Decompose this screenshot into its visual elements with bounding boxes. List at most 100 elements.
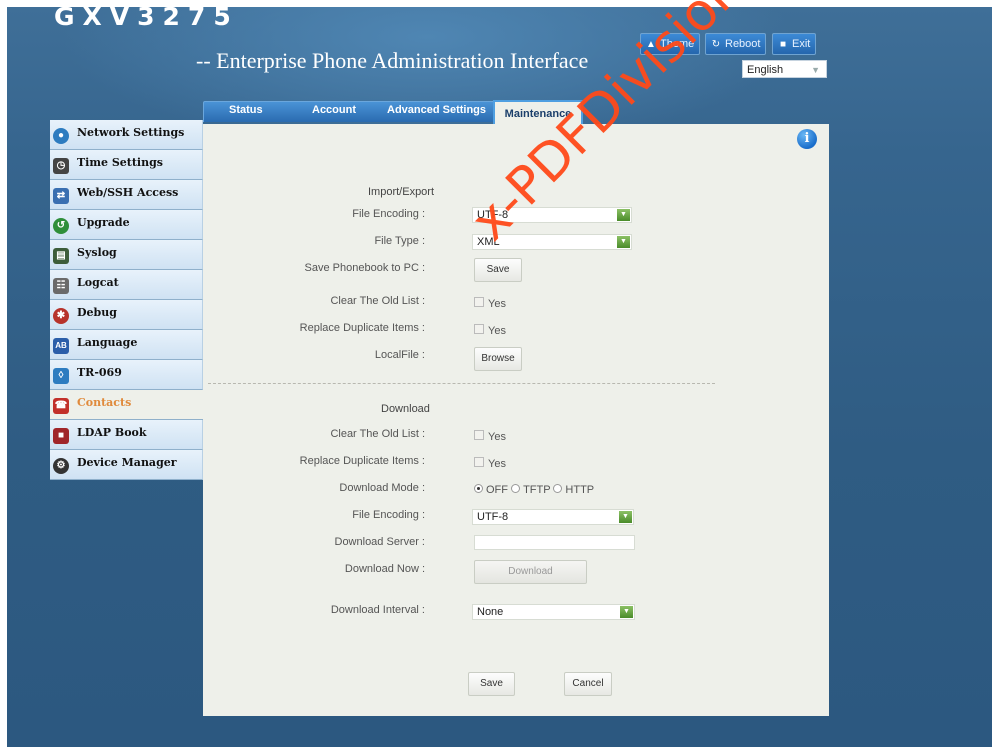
download-mode-radio-group: OFF TFTP HTTP xyxy=(474,484,594,496)
sidebar-item-label: Device Manager xyxy=(77,456,177,469)
save-button[interactable]: Save xyxy=(468,672,515,696)
chevron-down-icon: ▼ xyxy=(620,606,633,618)
reboot-button[interactable]: ↻ Reboot xyxy=(705,33,767,55)
sidebar-item-label: Syslog xyxy=(77,246,117,259)
sidebar-item-label: TR-069 xyxy=(77,366,122,379)
download-file-encoding-value: UTF-8 xyxy=(477,511,509,523)
shirt-icon: ▲ xyxy=(646,39,656,50)
radio-off-label: OFF xyxy=(486,484,508,496)
download-interval-select[interactable]: None ▼ xyxy=(472,604,635,620)
download-clear-old-list-label: Clear The Old List : xyxy=(330,428,425,440)
replace-duplicate-label: Replace Duplicate Items : xyxy=(299,322,425,334)
sidebar-item-label: LDAP Book xyxy=(77,426,147,439)
download-replace-duplicate-option: Yes xyxy=(488,458,506,470)
browse-button[interactable]: Browse xyxy=(474,347,522,371)
theme-label: Theme xyxy=(660,38,695,50)
radio-selected-icon xyxy=(474,484,483,493)
page-subtitle: -- Enterprise Phone Administration Inter… xyxy=(196,48,589,73)
checkbox-icon xyxy=(474,297,484,307)
sidebar-item-syslog[interactable]: ▤ Syslog xyxy=(50,240,203,270)
exit-button[interactable]: ■ Exit xyxy=(772,33,817,55)
save-phonebook-label: Save Phonebook to PC : xyxy=(304,262,425,274)
checkbox-icon xyxy=(474,324,484,334)
download-now-label: Download Now : xyxy=(344,563,425,575)
file-type-label: File Type : xyxy=(374,235,425,247)
replace-duplicate-checkbox[interactable]: Yes xyxy=(474,324,506,337)
download-file-encoding-select[interactable]: UTF-8 ▼ xyxy=(472,509,634,525)
chevron-down-icon: ▼ xyxy=(619,511,632,523)
upgrade-icon: ↺ xyxy=(53,218,69,234)
download-interval-value: None xyxy=(477,606,504,618)
ldap-book-icon: ■ xyxy=(53,428,69,444)
sidebar-item-web-ssh-access[interactable]: ⇄ Web/SSH Access xyxy=(50,180,203,210)
download-clear-old-list-option: Yes xyxy=(488,431,506,443)
chevron-down-icon: ▼ xyxy=(617,236,630,248)
contacts-icon: ☎ xyxy=(53,398,69,414)
download-replace-duplicate-label: Replace Duplicate Items : xyxy=(299,455,425,467)
file-type-select[interactable]: XML ▼ xyxy=(472,234,632,250)
syslog-icon: ▤ xyxy=(53,248,69,264)
tab-account[interactable]: Account xyxy=(312,101,356,121)
download-replace-duplicate-checkbox[interactable]: Yes xyxy=(474,457,506,470)
download-file-encoding-label: File Encoding : xyxy=(352,509,425,521)
radio-off[interactable]: OFF xyxy=(474,484,508,496)
checkbox-icon xyxy=(474,430,484,440)
sidebar-item-tr-069[interactable]: ◊ TR-069 xyxy=(50,360,203,390)
clear-old-list-label: Clear The Old List : xyxy=(330,295,425,307)
sidebar-item-ldap-book[interactable]: ■ LDAP Book xyxy=(50,420,203,450)
reboot-label: Reboot xyxy=(725,38,761,50)
file-type-value: XML xyxy=(477,236,500,248)
tab-maintenance[interactable]: Maintenance xyxy=(493,100,583,124)
tab-status[interactable]: Status xyxy=(229,101,263,121)
brand-title: GXV3275 xyxy=(54,2,239,31)
sidebar-item-label: Network Settings xyxy=(77,126,185,139)
sidebar-item-logcat[interactable]: ☷ Logcat xyxy=(50,270,203,300)
info-icon[interactable]: i xyxy=(797,129,817,149)
download-server-label: Download Server : xyxy=(334,536,426,548)
radio-tftp-label: TFTP xyxy=(523,484,551,496)
sidebar-item-label: Logcat xyxy=(77,276,119,289)
radio-tftp[interactable]: TFTP xyxy=(511,484,550,496)
replace-duplicate-option: Yes xyxy=(488,325,506,337)
clock-icon: ◷ xyxy=(53,158,69,174)
download-button[interactable]: Download xyxy=(474,560,587,584)
sidebar-item-label: Web/SSH Access xyxy=(77,186,179,199)
cancel-button[interactable]: Cancel xyxy=(564,672,612,696)
section-title-import-export: Import/Export xyxy=(368,186,435,198)
download-server-input[interactable] xyxy=(474,535,635,550)
language-icon: AB xyxy=(53,338,69,354)
theme-button[interactable]: ▲ Theme xyxy=(640,33,701,55)
sidebar-item-contacts[interactable]: ☎ Contacts xyxy=(50,390,203,420)
tab-advanced-settings[interactable]: Advanced Settings xyxy=(387,101,486,121)
clear-old-list-option: Yes xyxy=(488,298,506,310)
checkbox-icon xyxy=(474,457,484,467)
device-manager-icon: ⚙ xyxy=(53,458,69,474)
file-encoding-select[interactable]: UTF-8 ▼ xyxy=(472,207,632,223)
sidebar-item-time-settings[interactable]: ◷ Time Settings xyxy=(50,150,203,180)
chevron-down-icon: ▼ xyxy=(617,209,630,221)
sidebar-item-label: Contacts xyxy=(77,396,132,409)
reboot-icon: ↻ xyxy=(711,39,721,50)
download-clear-old-list-checkbox[interactable]: Yes xyxy=(474,430,506,443)
sidebar-item-device-manager[interactable]: ⚙ Device Manager xyxy=(50,450,203,480)
file-encoding-value: UTF-8 xyxy=(477,209,509,221)
exit-label: Exit xyxy=(792,38,811,50)
language-select[interactable]: English ▼ xyxy=(742,60,827,78)
sidebar-item-network-settings[interactable]: ● Network Settings xyxy=(50,120,203,150)
sidebar-item-language[interactable]: AB Language xyxy=(50,330,203,360)
chevron-down-icon: ▼ xyxy=(811,65,820,75)
section-divider xyxy=(208,383,715,384)
radio-icon xyxy=(553,484,563,493)
clear-old-list-checkbox[interactable]: Yes xyxy=(474,297,506,310)
sidebar-item-upgrade[interactable]: ↺ Upgrade xyxy=(50,210,203,240)
debug-icon: ✱ xyxy=(53,308,69,324)
radio-icon xyxy=(511,484,521,493)
sidebar-item-label: Time Settings xyxy=(77,156,163,169)
sidebar-item-label: Upgrade xyxy=(77,216,130,229)
sidebar-item-debug[interactable]: ✱ Debug xyxy=(50,300,203,330)
sidebar-item-label: Language xyxy=(77,336,138,349)
save-phonebook-button[interactable]: Save xyxy=(474,258,522,282)
main-tabs: Status Account Advanced Settings Mainten… xyxy=(203,95,585,124)
file-encoding-label: File Encoding : xyxy=(352,208,425,220)
radio-http[interactable]: HTTP xyxy=(553,484,594,496)
